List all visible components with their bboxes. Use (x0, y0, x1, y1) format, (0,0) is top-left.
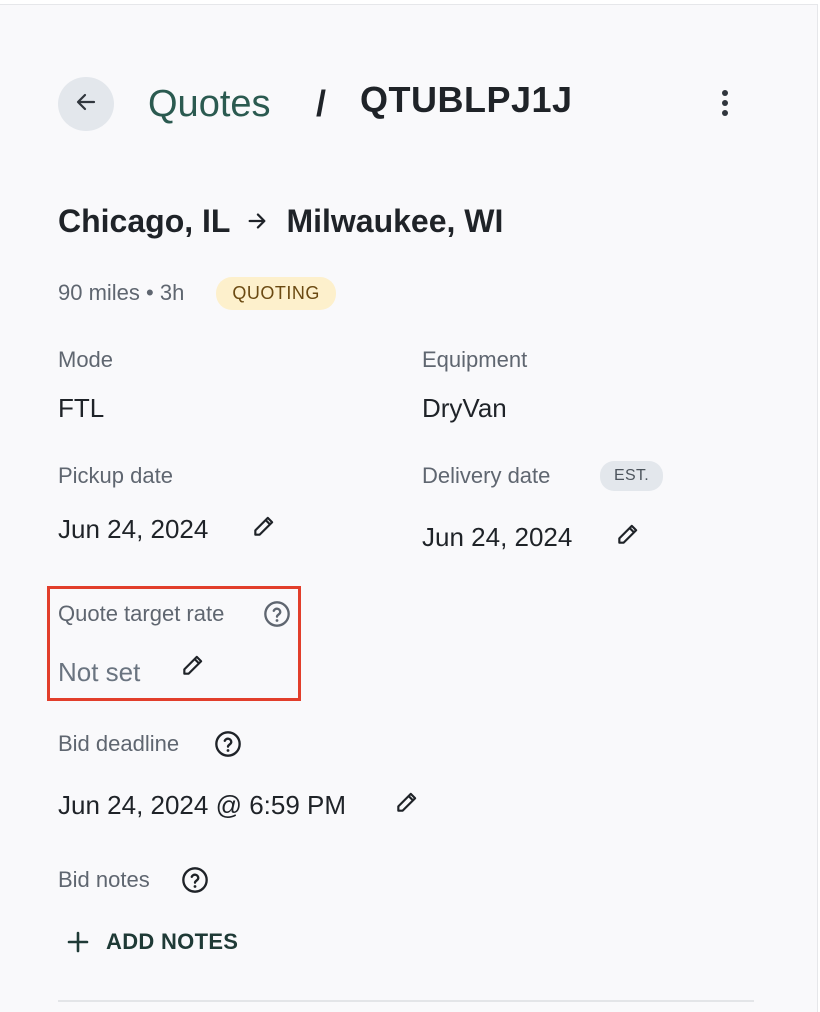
pencil-icon (615, 521, 641, 552)
page-title: QTUBLPJ1J (360, 79, 573, 120)
mode-value: FTL (58, 393, 105, 423)
arrow-right-icon (246, 210, 268, 232)
bid-deadline-label: Bid deadline (58, 731, 180, 756)
edit-bid-deadline-button[interactable] (393, 790, 421, 818)
breadcrumb-separator: / (316, 83, 327, 124)
estimated-badge: EST. (600, 461, 663, 491)
distance-duration: 90 miles • 3h (58, 280, 185, 305)
mode-label: Mode (58, 347, 114, 372)
add-notes-button[interactable]: ADD NOTES (66, 925, 238, 959)
quote-target-rate-value: Not set (58, 657, 141, 687)
pickup-date-value: Jun 24, 2024 (58, 514, 209, 544)
bid-notes-label: Bid notes (58, 867, 150, 892)
destination-city: Milwaukee, WI (286, 202, 504, 239)
delivery-date-label: Delivery date (422, 463, 551, 488)
edit-delivery-date-button[interactable] (614, 522, 642, 550)
route-meta: 90 miles • 3h QUOTING (58, 276, 336, 310)
status-badge: QUOTING (216, 276, 336, 310)
page-header: Quotes / QTUBLPJ1J (58, 77, 758, 131)
back-button[interactable] (58, 77, 114, 131)
plus-icon (66, 930, 90, 954)
more-vertical-icon (721, 89, 729, 122)
quote-target-rate-label: Quote target rate (58, 601, 225, 626)
breadcrumb-quotes-link[interactable]: Quotes (148, 81, 271, 127)
more-options-button[interactable] (710, 85, 740, 125)
pickup-date-label: Pickup date (58, 463, 173, 488)
edit-pickup-date-button[interactable] (250, 514, 278, 542)
pencil-icon (394, 789, 420, 820)
delivery-date-value: Jun 24, 2024 (422, 522, 573, 552)
route-heading: Chicago, IL Milwaukee, WI (58, 201, 503, 241)
bid-deadline-value: Jun 24, 2024 @ 6:59 PM (58, 790, 347, 820)
pencil-icon (251, 513, 277, 544)
add-notes-label: ADD NOTES (106, 929, 239, 954)
equipment-label: Equipment (422, 347, 528, 372)
pencil-icon (180, 652, 206, 683)
section-divider (58, 1000, 754, 1002)
edit-quote-target-rate-button[interactable] (179, 653, 207, 681)
help-circle-icon[interactable] (181, 866, 209, 894)
help-circle-icon[interactable] (214, 730, 242, 758)
origin-city: Chicago, IL (58, 202, 231, 239)
help-circle-icon[interactable] (263, 600, 291, 628)
arrow-left-icon (74, 90, 98, 119)
equipment-value: DryVan (422, 393, 507, 423)
quote-detail-panel: Quotes / QTUBLPJ1J Chicago, IL Milwaukee… (0, 4, 818, 1012)
